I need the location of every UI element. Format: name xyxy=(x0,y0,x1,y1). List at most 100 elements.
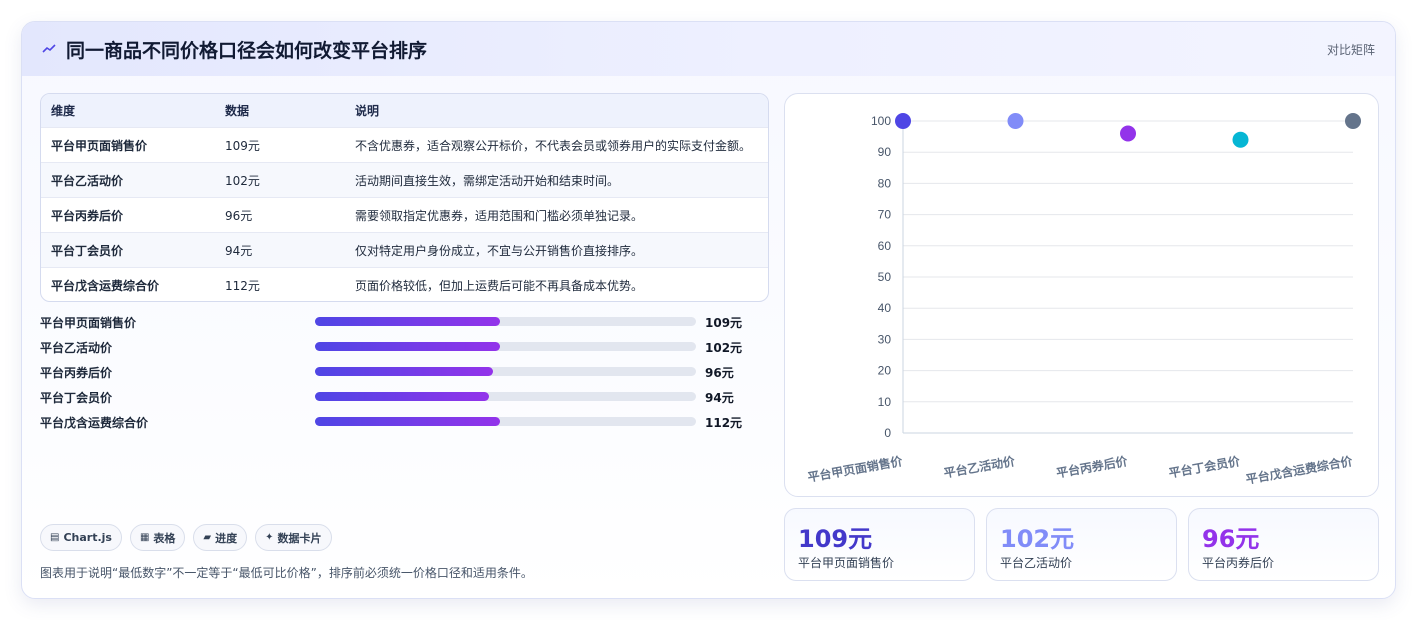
table-cell: 平台甲页面销售价 xyxy=(51,138,148,153)
table-row: 平台戊含运费综合价 112元 页面价格较低，但加上运费后可能不再具备成本优势。 xyxy=(41,267,768,301)
progress-label: 平台乙活动价 xyxy=(40,341,113,355)
table-cell: 需要领取指定优惠券，适用范围和门槛必须单独记录。 xyxy=(355,208,644,223)
column-header: 说明 xyxy=(355,104,380,118)
stat-card: 109元 平台甲页面销售价 xyxy=(784,508,975,581)
stat-card: 102元 平台乙活动价 xyxy=(986,508,1177,581)
chip-data-card[interactable]: ✦ 数据卡片 xyxy=(255,524,332,551)
y-tick-label: 80 xyxy=(878,176,892,190)
table-cell: 页面价格较低，但加上运费后可能不再具备成本优势。 xyxy=(355,278,644,293)
y-tick-label: 40 xyxy=(878,301,892,315)
data-card-icon: ✦ xyxy=(265,532,274,543)
table-cell: 平台丙券后价 xyxy=(51,208,124,223)
y-tick-label: 60 xyxy=(878,239,892,253)
stat-label: 平台乙活动价 xyxy=(1000,556,1073,570)
y-tick-label: 0 xyxy=(884,426,891,440)
x-tick-label: 平台戊含运费综合价 xyxy=(1245,453,1355,487)
y-tick-label: 10 xyxy=(878,395,892,409)
chip-label: 数据卡片 xyxy=(277,531,322,545)
table-cell: 平台乙活动价 xyxy=(51,173,124,188)
scatter-chart: 0 10 20 30 40 50 60 70 80 90 100 平台甲页面销售价 平台乙活动价 平台丙券… xyxy=(806,113,1361,487)
stat-value: 96元 xyxy=(1202,525,1260,553)
footnote: 图表用于说明“最低数字”不一定等于“最低可比价格”，排序前必须统一价格口径和适用… xyxy=(40,566,533,580)
column-header: 维度 xyxy=(51,104,76,118)
table-header: 维度 数据 说明 xyxy=(41,94,768,127)
progress-fill xyxy=(315,342,501,351)
progress-icon: ▰ xyxy=(203,532,212,543)
progress-item: 平台乙活动价 102元 xyxy=(40,337,769,362)
table-row: 平台丙券后价 96元 需要领取指定优惠券，适用范围和门槛必须单独记录。 xyxy=(41,197,768,232)
x-tick-label: 平台甲页面销售价 xyxy=(806,453,904,485)
table-icon: ▦ xyxy=(139,532,150,543)
table-cell: 仅对特定用户身份成立，不宜与公开销售价直接排序。 xyxy=(355,243,644,258)
progress-item: 平台甲页面销售价 109元 xyxy=(40,312,769,337)
trend-icon xyxy=(42,41,58,57)
data-point xyxy=(1232,131,1249,148)
y-tick-label: 20 xyxy=(878,364,892,378)
table-cell: 平台戊含运费综合价 xyxy=(51,278,160,293)
table-cell: 112元 xyxy=(225,278,260,293)
table-cell: 活动期间直接生效，需绑定活动开始和结束时间。 xyxy=(355,173,620,188)
data-table: 维度 数据 说明 平台甲页面销售价 109元 不含优惠券，适合观察公开标价，不代… xyxy=(40,93,769,302)
comparison-card: 同一商品不同价格口径会如何改变平台排序 对比矩阵 维度 数据 说明 平台甲页面销… xyxy=(21,21,1396,599)
progress-item: 平台丁会员价 94元 xyxy=(40,387,769,412)
y-tick-label: 90 xyxy=(878,145,892,159)
progress-track xyxy=(315,317,696,326)
progress-item: 平台丙券后价 96元 xyxy=(40,362,769,387)
progress-fill xyxy=(315,392,490,401)
data-point xyxy=(1007,113,1024,129)
data-point xyxy=(1120,125,1136,142)
progress-fill xyxy=(315,367,494,376)
stat-value: 109元 xyxy=(798,525,873,553)
header-tag: 对比矩阵 xyxy=(1326,43,1375,57)
progress-track xyxy=(315,417,696,426)
chip-group: ▤ Chart.js ▦ 表格 ▰ 进度 ✦ 数据卡片 xyxy=(40,524,332,551)
progress-value: 94元 xyxy=(705,391,734,405)
progress-track xyxy=(315,342,696,351)
page-title: 同一商品不同价格口径会如何改变平台排序 xyxy=(66,39,428,62)
progress-item: 平台戊含运费综合价 112元 xyxy=(40,412,769,437)
chip-label: Chart.js xyxy=(63,531,112,544)
progress-value: 112元 xyxy=(705,416,743,430)
progress-fill xyxy=(315,417,501,426)
progress-label: 平台丁会员价 xyxy=(40,391,113,405)
chip-label: 表格 xyxy=(153,531,176,545)
progress-value: 109元 xyxy=(705,316,743,330)
progress-label: 平台丙券后价 xyxy=(40,366,113,380)
table-cell: 94元 xyxy=(225,243,253,258)
stat-value: 102元 xyxy=(1000,525,1075,553)
table-cell: 102元 xyxy=(225,173,260,188)
y-tick-label: 30 xyxy=(878,332,892,346)
y-tick-label: 70 xyxy=(878,208,892,222)
progress-value: 102元 xyxy=(705,341,743,355)
data-point xyxy=(895,113,911,129)
chip-chartjs[interactable]: ▤ Chart.js xyxy=(40,524,122,551)
table-row: 平台甲页面销售价 109元 不含优惠券，适合观察公开标价，不代表会员或领券用户的… xyxy=(41,127,768,162)
table-row: 平台丁会员价 94元 仅对特定用户身份成立，不宜与公开销售价直接排序。 xyxy=(41,232,768,267)
stat-label: 平台丙券后价 xyxy=(1202,556,1275,570)
progress-label: 平台戊含运费综合价 xyxy=(40,416,149,430)
chip-progress[interactable]: ▰ 进度 xyxy=(193,524,248,551)
table-cell: 不含优惠券，适合观察公开标价，不代表会员或领券用户的实际支付金额。 xyxy=(355,138,752,153)
table-row: 平台乙活动价 102元 活动期间直接生效，需绑定活动开始和结束时间。 xyxy=(41,162,768,197)
progress-track xyxy=(315,367,696,376)
progress-fill xyxy=(315,317,501,326)
progress-list: 平台甲页面销售价 109元 平台乙活动价 102元 平台丙券后价 96元 平台丁… xyxy=(40,312,769,437)
chip-table[interactable]: ▦ 表格 xyxy=(129,524,186,551)
y-tick-label: 100 xyxy=(871,114,891,128)
chip-label: 进度 xyxy=(215,531,238,545)
chart-icon: ▤ xyxy=(50,532,60,543)
column-header: 数据 xyxy=(225,104,250,118)
chart-panel: 0 10 20 30 40 50 60 70 80 90 100 平台甲页面销售价 平台乙活动价 平台丙券… xyxy=(784,93,1379,497)
progress-value: 96元 xyxy=(705,366,734,380)
data-point xyxy=(1345,113,1361,129)
table-cell: 96元 xyxy=(225,208,253,223)
progress-track xyxy=(315,392,696,401)
progress-label: 平台甲页面销售价 xyxy=(40,316,137,330)
y-tick-label: 50 xyxy=(878,270,892,284)
stat-label: 平台甲页面销售价 xyxy=(798,556,895,570)
stat-card: 96元 平台丙券后价 xyxy=(1188,508,1379,581)
table-cell: 109元 xyxy=(225,138,260,153)
card-header: 同一商品不同价格口径会如何改变平台排序 对比矩阵 xyxy=(22,22,1395,76)
x-tick-label: 平台乙活动价 xyxy=(942,453,1016,480)
table-cell: 平台丁会员价 xyxy=(51,243,124,258)
